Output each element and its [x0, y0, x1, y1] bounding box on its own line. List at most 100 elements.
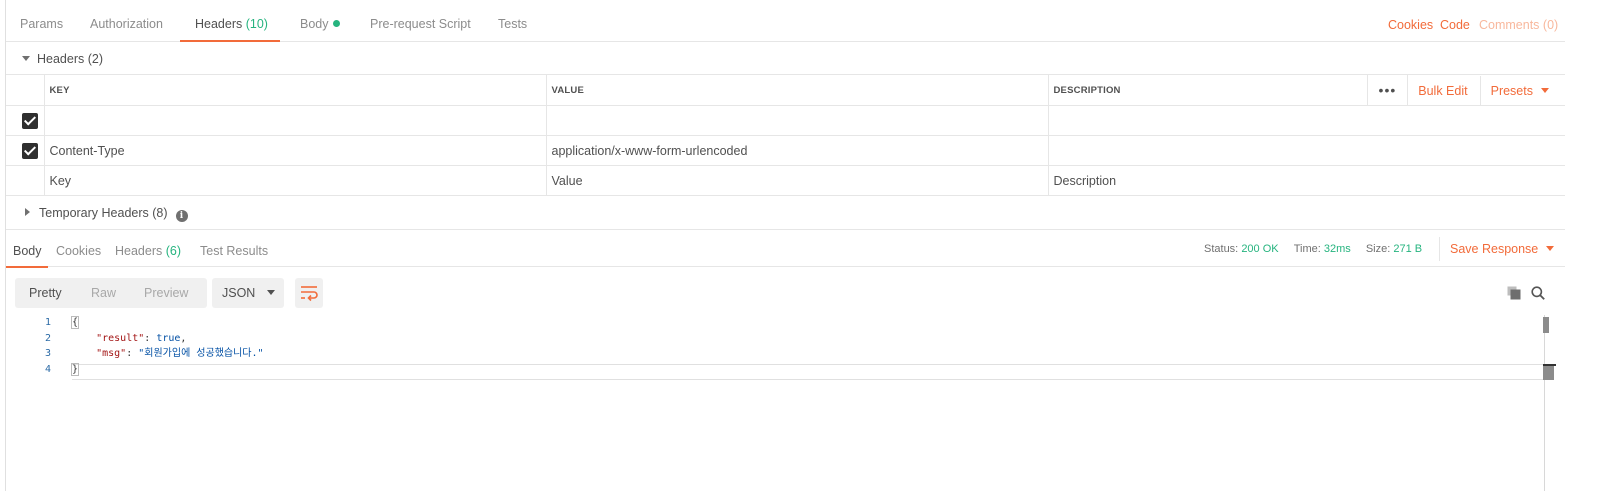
more-options-icon[interactable]: ••• [1366, 75, 1409, 105]
size-value[interactable]: 271 B [1393, 243, 1422, 255]
time-value[interactable]: 32ms [1324, 243, 1351, 255]
code-line: "msg": "회원가입에 성공했습니다." [72, 346, 264, 362]
json-key: "msg" [96, 348, 127, 359]
tab-params[interactable]: Params [20, 0, 63, 42]
tab-authorization[interactable]: Authorization [90, 0, 163, 42]
response-tab-cookies[interactable]: Cookies [56, 230, 101, 268]
json-key: "result" [96, 332, 145, 344]
tab-body[interactable]: Body [300, 0, 340, 42]
tab-pre-request-script[interactable]: Pre-request Script [370, 0, 471, 42]
raw-button[interactable]: Raw [91, 278, 116, 308]
info-icon[interactable]: i [175, 210, 188, 222]
scrollbar-marker [1543, 364, 1556, 366]
view-mode-group: Pretty Raw Preview [15, 278, 207, 308]
format-select-value: JSON [222, 286, 256, 300]
code-link[interactable]: Code [1440, 0, 1470, 50]
save-response-label: Save Response [1450, 242, 1539, 256]
status-value[interactable]: 200 OK [1241, 243, 1278, 255]
save-response-dropdown[interactable]: Save Response [1439, 237, 1555, 261]
headers-section-title: Headers (2) [37, 52, 103, 66]
json-value: true [156, 332, 181, 344]
time-label: Time: [1293, 243, 1321, 255]
bulk-edit-button[interactable]: Bulk Edit [1408, 76, 1481, 105]
caret-right-icon [25, 208, 30, 216]
checkbox-icon[interactable] [22, 112, 38, 129]
table-tools: ••• Bulk Edit Presets [1366, 75, 1565, 105]
description-cell[interactable] [1047, 135, 1565, 166]
presets-label: Presets [1490, 84, 1533, 98]
copy-icon[interactable] [1507, 286, 1521, 300]
checkbox-column-header [6, 74, 45, 106]
empty-checkbox-cell [6, 165, 45, 196]
key-input[interactable]: Key [43, 165, 547, 196]
headers-section-toggle[interactable]: Headers (2) [22, 44, 103, 74]
key-column-header: KEY [43, 74, 547, 106]
json-value: "회원가입에 성공했습니다." [138, 348, 264, 359]
body-dot-icon [332, 20, 340, 27]
close-brace: } [70, 362, 80, 376]
scrollbar-thumb[interactable] [1543, 317, 1549, 333]
checkbox-icon[interactable] [22, 142, 38, 159]
row-checkbox-cell [6, 105, 45, 136]
description-cell[interactable] [1047, 105, 1565, 136]
json-sep: : [126, 348, 139, 359]
line-number: 4 [44, 363, 51, 375]
format-select[interactable]: JSON [212, 278, 284, 308]
row-checkbox-cell [6, 135, 45, 166]
line-number-gutter: 1 2 3 4 [6, 315, 56, 377]
tab-tests[interactable]: Tests [498, 0, 527, 42]
tab-headers-count: (10) [245, 17, 268, 31]
table-row: Content-Type application/x-www-form-urle… [6, 135, 1565, 166]
value-cell[interactable] [545, 105, 1049, 136]
scrollbar-thumb[interactable] [1543, 364, 1554, 380]
response-tab-headers-label: Headers [115, 244, 163, 258]
table-row-new: Key Value Description [6, 165, 1565, 196]
editor-scrollbar-track[interactable] [1544, 315, 1545, 491]
value-input[interactable]: Value [545, 165, 1049, 196]
line-number: 3 [44, 348, 51, 359]
value-cell[interactable]: application/x-www-form-urlencoded [545, 135, 1049, 166]
tab-body-label: Body [300, 17, 329, 31]
line-number: 1 [44, 317, 51, 328]
temporary-headers-title: Temporary Headers (8) [39, 206, 168, 220]
json-sep: : [144, 332, 157, 344]
response-tabs: Body Cookies Headers (6) Test Results St… [6, 229, 1565, 268]
caret-down-icon [267, 290, 276, 295]
description-column-header: DESCRIPTION ••• Bulk Edit Presets [1047, 74, 1565, 106]
key-cell[interactable] [43, 105, 547, 136]
current-line-highlight [72, 364, 1552, 380]
presets-dropdown[interactable]: Presets [1481, 76, 1565, 105]
cookies-link[interactable]: Cookies [1388, 0, 1433, 50]
code-line: "result": true, [72, 331, 264, 347]
response-tab-body[interactable]: Body [6, 230, 48, 268]
code-line: } [70, 362, 264, 378]
description-input[interactable]: Description [1047, 165, 1565, 196]
tab-headers[interactable]: Headers (10) [180, 0, 280, 42]
response-tab-headers[interactable]: Headers (6) [115, 230, 181, 268]
json-end: , [180, 332, 187, 344]
search-icon[interactable] [1531, 286, 1545, 300]
preview-button[interactable]: Preview [144, 278, 188, 308]
comments-link[interactable]: Comments (0) [1479, 0, 1558, 50]
response-body-editor[interactable]: 1 2 3 4 { "result": true, "msg": "회원가입에 … [6, 315, 1565, 491]
size-label: Size: [1365, 243, 1391, 255]
temporary-headers-toggle[interactable]: Temporary Headers (8) i [22, 198, 188, 228]
caret-down-icon [1546, 246, 1555, 251]
pretty-button[interactable]: Pretty [29, 278, 62, 308]
key-cell[interactable]: Content-Type [43, 135, 547, 166]
status-label: Status: [1204, 243, 1239, 255]
request-tabs: Params Authorization Headers (10) Body P… [6, 0, 1565, 42]
tab-headers-label: Headers [195, 17, 243, 31]
response-tab-test-results[interactable]: Test Results [200, 230, 268, 268]
wrap-lines-icon [301, 286, 318, 302]
wrap-lines-button[interactable] [295, 278, 323, 308]
caret-down-icon [1541, 88, 1549, 93]
caret-down-icon [22, 56, 30, 61]
code-content: { "result": true, "msg": "회원가입에 성공했습니다."… [70, 315, 264, 378]
response-tab-headers-count: (6) [165, 244, 182, 258]
open-brace: { [70, 316, 80, 329]
description-column-label: DESCRIPTION [1053, 84, 1121, 96]
headers-table-head: KEY VALUE DESCRIPTION ••• Bulk Edit Preset… [6, 74, 1565, 106]
table-row [6, 105, 1565, 136]
line-number: 2 [44, 332, 51, 344]
